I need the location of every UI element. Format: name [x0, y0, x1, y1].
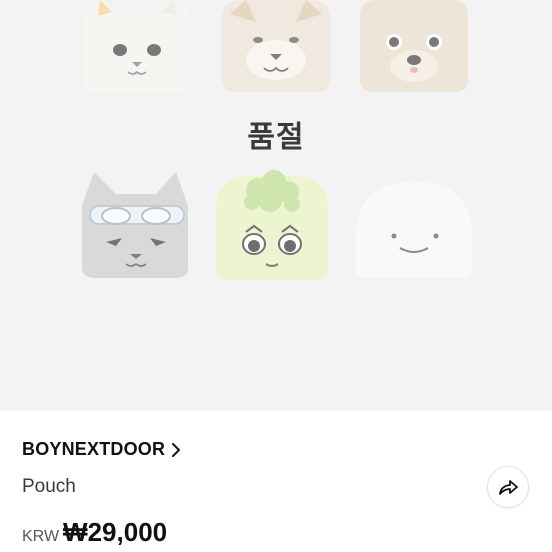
- price-value: ₩29,000: [63, 517, 168, 547]
- soldout-label: 품절: [247, 120, 305, 155]
- white-blob-pouch-image: [356, 182, 472, 278]
- cat-pouch-image: [84, 0, 190, 92]
- bear-pouch-image: [360, 0, 468, 92]
- green-frog-pouch-image: [216, 170, 328, 280]
- dog-pouch-image: [222, 0, 330, 92]
- chevron-right-icon: [171, 442, 181, 458]
- share-icon: [497, 477, 519, 497]
- currency-label: KRW: [22, 528, 60, 545]
- product-image[interactable]: 품절: [0, 0, 552, 411]
- grey-cat-pouch-image: [82, 172, 188, 278]
- brand-link[interactable]: BOYNEXTDOOR: [22, 439, 181, 460]
- share-button[interactable]: [487, 466, 529, 508]
- price-row: KRW ₩29,000: [22, 517, 167, 548]
- product-name: Pouch: [22, 476, 76, 497]
- brand-name: BOYNEXTDOOR: [22, 439, 166, 459]
